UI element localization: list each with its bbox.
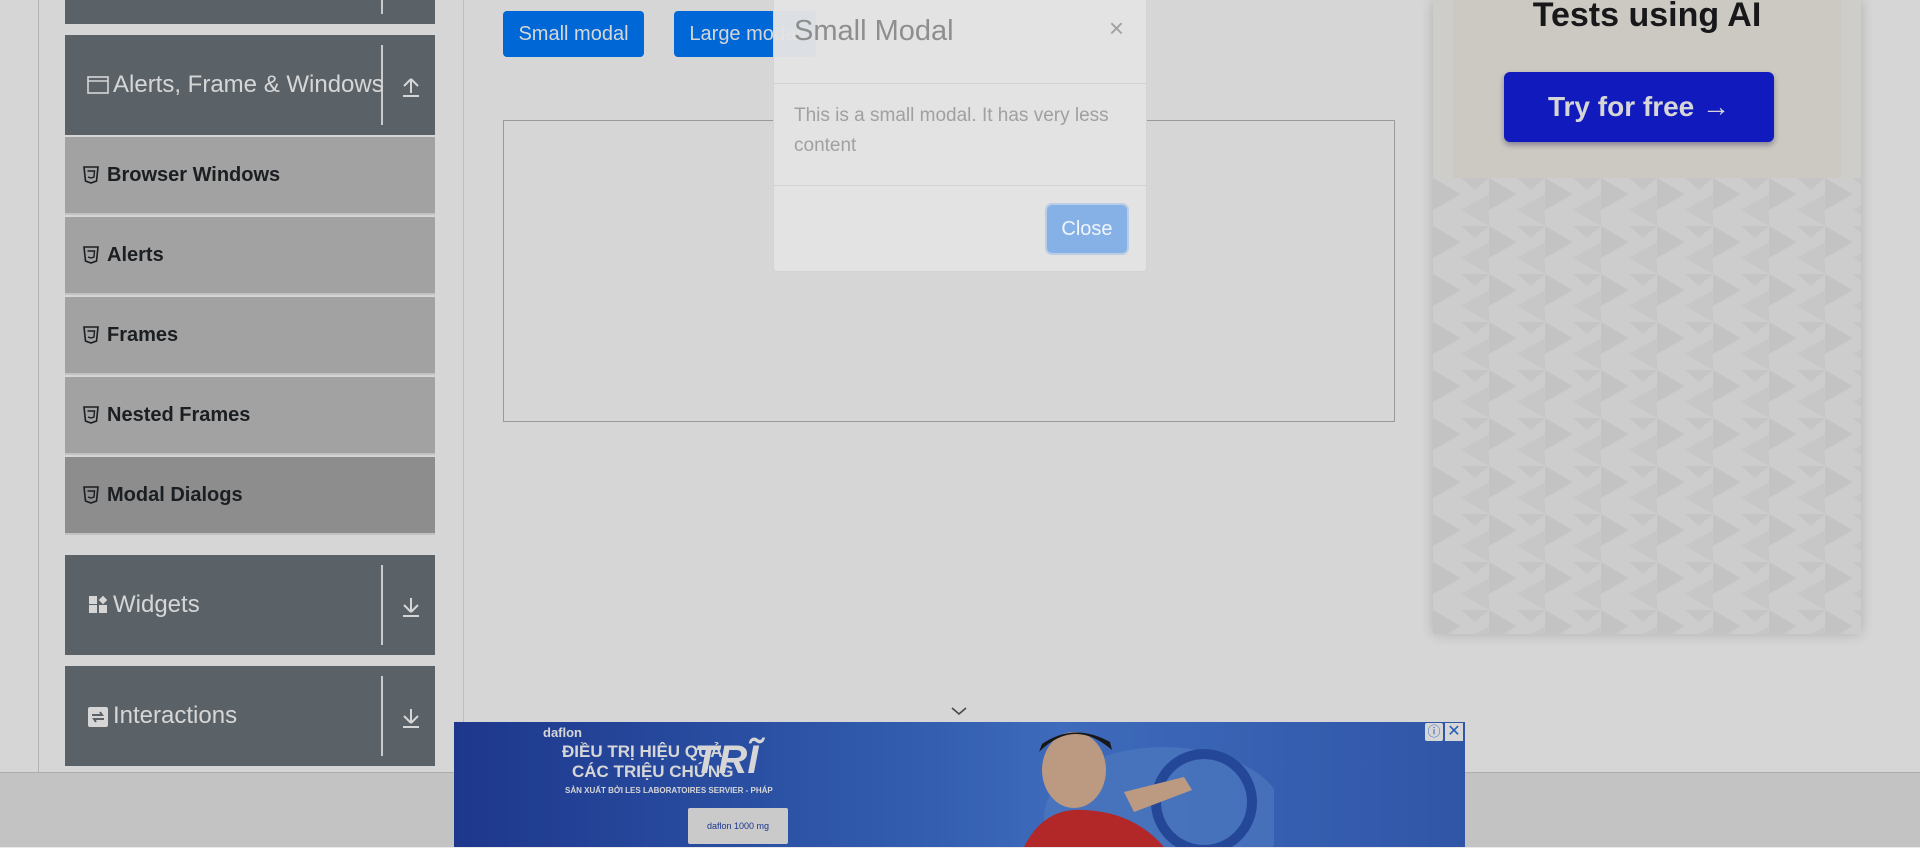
small-modal-dialog: Small Modal × This is a small modal. It … bbox=[773, 0, 1147, 272]
close-button[interactable]: Close bbox=[1047, 205, 1127, 253]
modal-close-icon[interactable]: × bbox=[1109, 13, 1124, 44]
modal-header-divider bbox=[774, 83, 1146, 84]
modal-body-text: This is a small modal. It has very less … bbox=[794, 105, 1109, 156]
modal-title: Small Modal bbox=[794, 15, 954, 47]
modal-footer-divider bbox=[774, 185, 1146, 186]
